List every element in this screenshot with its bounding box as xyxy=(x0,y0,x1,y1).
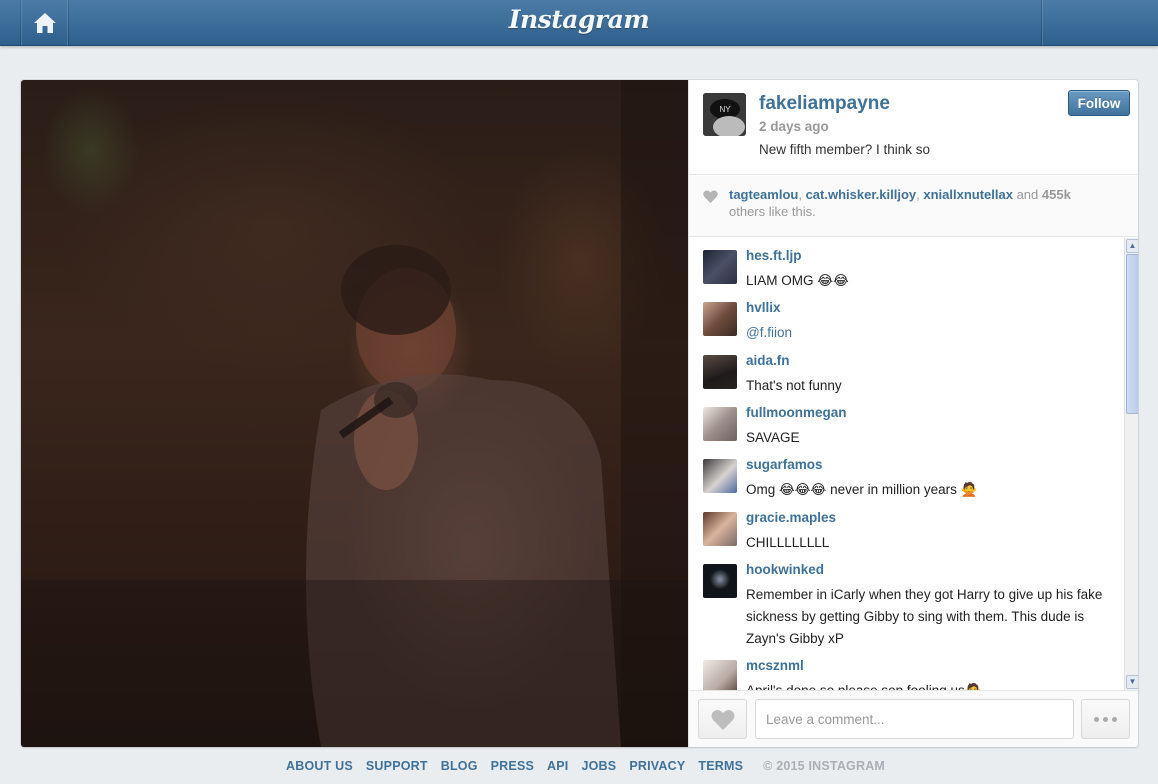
avatar[interactable] xyxy=(703,355,737,389)
comment-input[interactable] xyxy=(755,699,1074,739)
comment-username[interactable]: hookwinked xyxy=(746,562,824,577)
comment-text: LIAM OMG 😂😂 xyxy=(746,273,849,288)
comment-text: Omg 😂😂😂 never in million years 🙅 xyxy=(746,482,978,497)
comment-text: That's not funny xyxy=(746,378,842,393)
comment-username[interactable]: hvllix xyxy=(746,300,781,315)
likes-separator: , xyxy=(798,187,806,202)
comment-text: April's done so please sop fooling us🙅 xyxy=(746,680,1106,690)
comment-text: CHILLLLLLLL xyxy=(746,535,830,550)
post-timestamp[interactable]: 2 days ago xyxy=(759,119,829,134)
footer-link-jobs[interactable]: JOBS xyxy=(581,759,616,773)
footer-link-privacy[interactable]: PRIVACY xyxy=(629,759,685,773)
post-video[interactable] xyxy=(21,80,688,747)
video-frame xyxy=(21,80,688,747)
likes-and: and xyxy=(1012,187,1042,202)
post-caption: New fifth member? I think so xyxy=(759,142,931,157)
likes-summary: tagteamlou, cat.whisker.killjoy, xniallx… xyxy=(729,186,1119,220)
footer: ABOUT US SUPPORT BLOG PRESS API JOBS PRI… xyxy=(286,758,885,774)
comments-list[interactable]: hes.ft.ljp LIAM OMG 😂😂 hvllix @f.fiion a… xyxy=(689,238,1138,690)
likes-suffix: others like this. xyxy=(729,204,816,219)
scrollbar-thumb[interactable] xyxy=(1126,254,1138,414)
like-button[interactable] xyxy=(698,699,747,739)
post-sidebar: NY fakeliampayne 2 days ago New fifth me… xyxy=(688,80,1138,747)
heart-icon xyxy=(711,709,734,730)
comment-mention[interactable]: @f.fiion xyxy=(746,322,1106,344)
avatar[interactable] xyxy=(703,407,737,441)
footer-link-terms[interactable]: TERMS xyxy=(698,759,743,773)
top-navbar: Instagram xyxy=(0,0,1158,46)
comment-bar xyxy=(689,690,1138,747)
scroll-up-icon[interactable]: ▲ xyxy=(1126,239,1138,253)
avatar[interactable] xyxy=(703,250,737,284)
avatar[interactable] xyxy=(703,512,737,546)
svg-text:NY: NY xyxy=(719,105,731,114)
scroll-down-icon[interactable]: ▼ xyxy=(1126,675,1138,689)
more-icon xyxy=(1094,716,1099,722)
comments-scrollbar[interactable]: ▲ ▼ xyxy=(1124,238,1138,690)
liker-link[interactable]: cat.whisker.killjoy xyxy=(806,187,917,202)
more-icon-dot xyxy=(1103,716,1108,722)
footer-link-about[interactable]: ABOUT US xyxy=(286,759,353,773)
comment-username[interactable]: gracie.maples xyxy=(746,510,836,525)
comment-username[interactable]: hes.ft.ljp xyxy=(746,248,802,263)
footer-link-blog[interactable]: BLOG xyxy=(441,759,478,773)
more-options-button[interactable] xyxy=(1081,699,1130,739)
copyright: © 2015 INSTAGRAM xyxy=(763,759,886,773)
instagram-logo[interactable]: Instagram xyxy=(0,5,1158,34)
topbar-divider xyxy=(1041,0,1042,46)
avatar[interactable] xyxy=(703,459,737,493)
avatar[interactable] xyxy=(703,564,737,598)
liker-link[interactable]: tagteamlou xyxy=(729,187,798,202)
avatar[interactable] xyxy=(703,302,737,336)
more-icon-dot xyxy=(1112,716,1117,722)
comment-username[interactable]: sugarfamos xyxy=(746,457,823,472)
post-header: NY fakeliampayne 2 days ago New fifth me… xyxy=(689,80,1138,175)
likes-section: tagteamlou, cat.whisker.killjoy, xniallx… xyxy=(689,176,1138,237)
avatar[interactable] xyxy=(703,660,737,690)
comment-username[interactable]: mcsznml xyxy=(746,658,804,673)
footer-link-support[interactable]: SUPPORT xyxy=(366,759,428,773)
follow-button[interactable]: Follow xyxy=(1068,90,1130,116)
post-card: NY fakeliampayne 2 days ago New fifth me… xyxy=(21,80,1138,747)
comment-username[interactable]: fullmoonmegan xyxy=(746,405,847,420)
liker-link[interactable]: xniallxnutellax xyxy=(923,187,1013,202)
comment-username[interactable]: aida.fn xyxy=(746,353,790,368)
owner-avatar[interactable]: NY xyxy=(703,93,746,136)
owner-username[interactable]: fakeliampayne xyxy=(759,93,890,115)
comment-text: SAVAGE xyxy=(746,430,800,445)
comment-text: Remember in iCarly when they got Harry t… xyxy=(746,587,1103,646)
heart-icon xyxy=(702,188,718,204)
footer-link-press[interactable]: PRESS xyxy=(491,759,534,773)
footer-link-api[interactable]: API xyxy=(547,759,568,773)
likes-count[interactable]: 455k xyxy=(1042,187,1071,202)
